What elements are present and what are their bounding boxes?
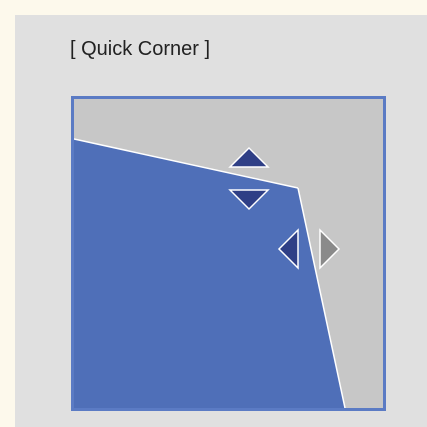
- screen-title: [ Quick Corner ]: [70, 38, 211, 60]
- corner-preview: [71, 96, 386, 411]
- corner-preview-graphic: [74, 138, 346, 408]
- move-up-arrow[interactable]: [228, 146, 270, 168]
- move-right-arrow[interactable]: [319, 228, 341, 270]
- corrected-area-shape: [74, 139, 345, 408]
- triangle-right-icon: [319, 228, 341, 270]
- triangle-up-icon: [228, 146, 270, 168]
